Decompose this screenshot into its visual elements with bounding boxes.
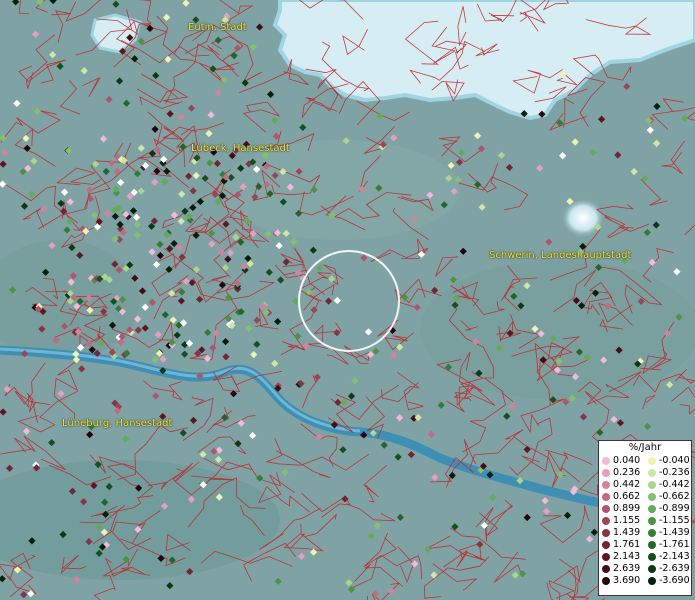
legend-negative-row: -0.236 xyxy=(645,467,691,479)
legend-negative-swatch xyxy=(648,565,656,573)
city-label-schwerin: Schwerin, Landeshauptstadt xyxy=(489,250,632,261)
legend-negative-swatch xyxy=(648,469,656,477)
legend-positive-swatch xyxy=(602,469,610,477)
legend-negative-row: -0.662 xyxy=(645,491,691,503)
legend-positive-row: 0.442 xyxy=(599,479,645,491)
legend-negative-value: -1.761 xyxy=(659,539,690,550)
legend: %/Jahr 0.040 0.236 0.442 0.662 0.899 1.155 1.4… xyxy=(598,440,692,596)
legend-positive-row: 1.761 xyxy=(599,539,645,551)
legend-positive-swatch xyxy=(602,517,610,525)
legend-negative-value: -0.899 xyxy=(659,503,690,514)
legend-positive-swatch xyxy=(602,541,610,549)
legend-positive-row: 1.155 xyxy=(599,515,645,527)
city-label-luebeck: Lübeck, Hansestadt xyxy=(191,143,290,154)
legend-negative-row: -1.761 xyxy=(645,539,691,551)
legend-positive-swatch xyxy=(602,505,610,513)
map-view[interactable]: Eutin, Stadt Lübeck, Hansestadt Schwerin… xyxy=(0,0,695,600)
legend-negative-swatch xyxy=(648,577,656,585)
legend-negative-swatch xyxy=(648,529,656,537)
legend-negative-row: -0.442 xyxy=(645,479,691,491)
legend-positive-value: 0.899 xyxy=(613,503,641,514)
legend-positive-row: 1.439 xyxy=(599,527,645,539)
legend-negative-swatch xyxy=(648,457,656,465)
city-label-lueneburg: Lüneburg, Hansestadt xyxy=(62,418,173,429)
legend-positive-swatch xyxy=(602,577,610,585)
basemap xyxy=(0,0,695,600)
legend-negative-swatch xyxy=(648,505,656,513)
legend-negative-swatch xyxy=(648,517,656,525)
legend-negative-value: -2.639 xyxy=(659,563,690,574)
legend-positive-swatch xyxy=(602,553,610,561)
legend-negative-value: -0.662 xyxy=(659,491,690,502)
legend-negative-value: -1.155 xyxy=(659,515,690,526)
legend-positive-swatch xyxy=(602,565,610,573)
legend-negative-value: -0.236 xyxy=(659,467,690,478)
legend-positive-swatch xyxy=(602,457,610,465)
legend-positive-value: 0.662 xyxy=(613,491,641,502)
legend-negative-swatch xyxy=(648,553,656,561)
legend-positive-value: 1.761 xyxy=(613,539,641,550)
legend-negative-row: -1.155 xyxy=(645,515,691,527)
legend-positive-value: 0.236 xyxy=(613,467,641,478)
legend-positive-value: 0.442 xyxy=(613,479,641,490)
legend-negative-value: -3.690 xyxy=(659,575,690,586)
legend-positive-value: 2.639 xyxy=(613,563,641,574)
legend-positive-row: 0.040 xyxy=(599,455,645,467)
legend-negative-swatch xyxy=(648,493,656,501)
legend-negative-value: -0.442 xyxy=(659,479,690,490)
legend-positive-value: 1.439 xyxy=(613,527,641,538)
legend-negative-row: -2.639 xyxy=(645,563,691,575)
legend-positive-column: 0.040 0.236 0.442 0.662 0.899 1.155 1.439 1.761… xyxy=(599,455,645,587)
legend-negative-swatch xyxy=(648,541,656,549)
legend-positive-swatch xyxy=(602,493,610,501)
legend-negative-row: -0.040 xyxy=(645,455,691,467)
legend-negative-row: -0.899 xyxy=(645,503,691,515)
legend-positive-row: 0.662 xyxy=(599,491,645,503)
legend-negative-row: -1.439 xyxy=(645,527,691,539)
legend-negative-value: -2.143 xyxy=(659,551,690,562)
legend-positive-row: 0.236 xyxy=(599,467,645,479)
legend-positive-value: 1.155 xyxy=(613,515,641,526)
legend-positive-value: 3.690 xyxy=(613,575,641,586)
legend-negative-swatch xyxy=(648,481,656,489)
legend-positive-row: 0.899 xyxy=(599,503,645,515)
legend-negative-row: -3.690 xyxy=(645,575,691,587)
legend-positive-row: 3.690 xyxy=(599,575,645,587)
legend-positive-row: 2.143 xyxy=(599,551,645,563)
legend-positive-swatch xyxy=(602,529,610,537)
legend-positive-value: 0.040 xyxy=(613,455,641,466)
legend-positive-swatch xyxy=(602,481,610,489)
legend-negative-column: -0.040 -0.236 -0.442 -0.662 -0.899 -1.155 -1.4… xyxy=(645,455,691,587)
legend-negative-value: -1.439 xyxy=(659,527,690,538)
legend-title: %/Jahr xyxy=(628,442,662,453)
city-label-eutin: Eutin, Stadt xyxy=(188,22,247,33)
legend-positive-row: 2.639 xyxy=(599,563,645,575)
legend-negative-value: -0.040 xyxy=(659,455,690,466)
legend-negative-row: -2.143 xyxy=(645,551,691,563)
legend-positive-value: 2.143 xyxy=(613,551,641,562)
